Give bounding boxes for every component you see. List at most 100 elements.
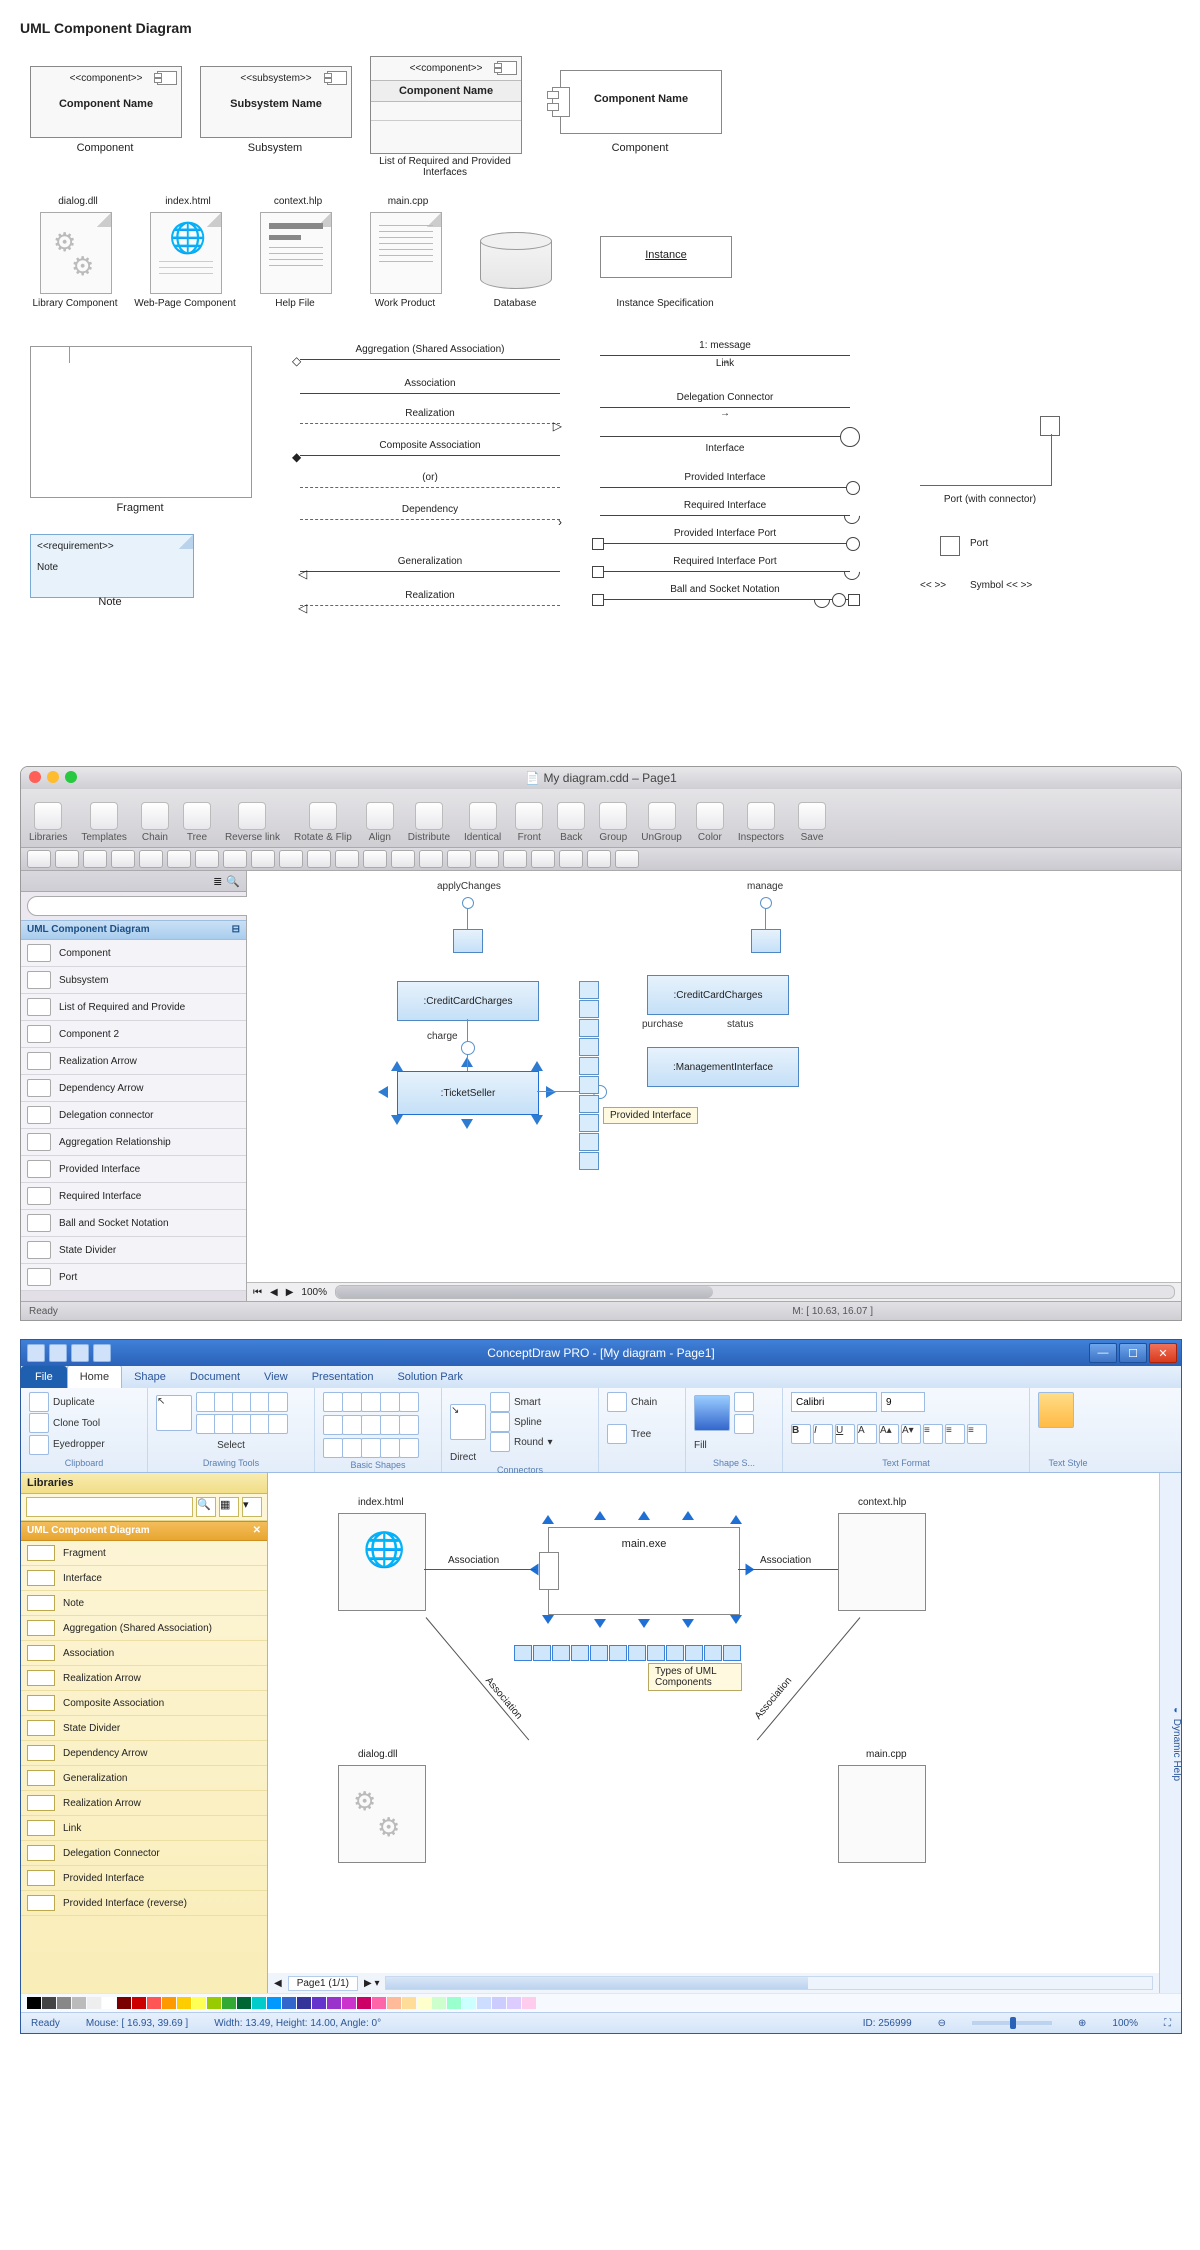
node-ticketseller[interactable]: :TicketSeller: [397, 1071, 539, 1115]
toolbar-inspectors[interactable]: Inspectors: [738, 802, 784, 847]
sidebar-item[interactable]: Dependency Arrow: [21, 1075, 246, 1102]
mac-canvas[interactable]: applyChanges manage :CreditCardCharges :…: [247, 871, 1181, 1301]
dynamic-help-tab[interactable]: ◐ Dynamic Help: [1159, 1473, 1181, 1993]
sidebar-item[interactable]: Subsystem: [21, 967, 246, 994]
nav-prev[interactable]: ◀: [270, 1287, 278, 1298]
sidebar-item[interactable]: Required Interface: [21, 1183, 246, 1210]
grow-font-button[interactable]: A▴: [879, 1424, 899, 1444]
sidebar-item[interactable]: Interface: [21, 1566, 267, 1591]
smart-connector-button[interactable]: Smart: [490, 1392, 553, 1412]
node-index[interactable]: 🌐: [338, 1513, 426, 1611]
toolbar-color[interactable]: Color: [696, 802, 724, 847]
subtool-11[interactable]: [335, 850, 359, 868]
node-ccc2[interactable]: :CreditCardCharges: [647, 975, 789, 1015]
close-button[interactable]: ✕: [1149, 1343, 1177, 1363]
bold-button[interactable]: B: [791, 1424, 811, 1444]
sidebar-section-header[interactable]: UML Component Diagram⊟: [21, 920, 246, 940]
swatch[interactable]: [387, 1997, 401, 2009]
canvas-flyout[interactable]: [514, 1645, 741, 1661]
sidebar-item[interactable]: Fragment: [21, 1541, 267, 1566]
sidebar-item[interactable]: Provided Interface: [21, 1156, 246, 1183]
sidebar-item[interactable]: Realization Arrow: [21, 1791, 267, 1816]
toolbar-libraries[interactable]: Libraries: [29, 802, 67, 847]
qat-redo-icon[interactable]: [71, 1344, 89, 1362]
tab-view[interactable]: View: [252, 1366, 300, 1388]
flyout-item[interactable]: [579, 981, 599, 999]
tab-shape[interactable]: Shape: [122, 1366, 178, 1388]
toolbar-save[interactable]: Save: [798, 802, 826, 847]
direct-connector-button[interactable]: ↘: [450, 1404, 486, 1440]
subtool-8[interactable]: [251, 850, 275, 868]
subtool-12[interactable]: [363, 850, 387, 868]
swatch[interactable]: [147, 1997, 161, 2009]
h-scrollbar[interactable]: [335, 1285, 1175, 1299]
chain-button[interactable]: Chain: [607, 1392, 677, 1412]
align-center-button[interactable]: ≡: [945, 1424, 965, 1444]
sidebar-item[interactable]: Aggregation (Shared Association): [21, 1616, 267, 1641]
toolbar-reverse-link[interactable]: Reverse link: [225, 802, 280, 847]
sidebar-item[interactable]: Delegation connector: [21, 1102, 246, 1129]
swatch[interactable]: [87, 1997, 101, 2009]
search-input[interactable]: [27, 896, 258, 916]
subtool-9[interactable]: [279, 850, 303, 868]
sidebar-item[interactable]: Component 2: [21, 1021, 246, 1048]
sidebar-item[interactable]: Port: [21, 1264, 246, 1291]
subtool-7[interactable]: [223, 850, 247, 868]
toolbar-align[interactable]: Align: [366, 802, 394, 847]
swatch[interactable]: [462, 1997, 476, 2009]
minimize-button[interactable]: —: [1089, 1343, 1117, 1363]
subtool-0[interactable]: [27, 850, 51, 868]
zoom-label[interactable]: 100%: [301, 1287, 327, 1298]
sidebar-controls[interactable]: ≣🔍: [21, 871, 246, 892]
win-canvas[interactable]: index.html 🌐 context.hlp dialog.dll ⚙⚙ m…: [268, 1473, 1181, 1993]
maximize-button[interactable]: ☐: [1119, 1343, 1147, 1363]
subtool-5[interactable]: [167, 850, 191, 868]
close-button[interactable]: [29, 771, 41, 783]
fill-button[interactable]: [694, 1395, 730, 1431]
select-tool-button[interactable]: ↖: [156, 1395, 192, 1431]
sidebar-item[interactable]: Generalization: [21, 1766, 267, 1791]
swatch[interactable]: [222, 1997, 236, 2009]
swatch[interactable]: [342, 1997, 356, 2009]
sidebar-item[interactable]: List of Required and Provide: [21, 994, 246, 1021]
swatch[interactable]: [477, 1997, 491, 2009]
toolbar-ungroup[interactable]: UnGroup: [641, 802, 682, 847]
tab-file[interactable]: File: [21, 1366, 67, 1388]
clone-tool-button[interactable]: Clone Tool: [29, 1413, 139, 1433]
swatch[interactable]: [282, 1997, 296, 2009]
qat-undo-icon[interactable]: [49, 1344, 67, 1362]
libraries-header[interactable]: Libraries: [21, 1473, 267, 1494]
subtool-19[interactable]: [559, 850, 583, 868]
text-style-button[interactable]: [1038, 1392, 1074, 1428]
toolbar-chain[interactable]: Chain: [141, 802, 169, 847]
tab-solution-park[interactable]: Solution Park: [385, 1366, 474, 1388]
align-left-button[interactable]: ≡: [923, 1424, 943, 1444]
sidebar-item[interactable]: State Divider: [21, 1237, 246, 1264]
spline-connector-button[interactable]: Spline: [490, 1412, 553, 1432]
color-swatches[interactable]: [21, 1993, 1181, 2012]
subtool-14[interactable]: [419, 850, 443, 868]
lib-add-button[interactable]: ▦: [219, 1497, 239, 1517]
tab-presentation[interactable]: Presentation: [300, 1366, 386, 1388]
swatch[interactable]: [522, 1997, 536, 2009]
zoom-out-button[interactable]: ⊖: [938, 2018, 946, 2029]
italic-button[interactable]: I: [813, 1424, 833, 1444]
swatch[interactable]: [177, 1997, 191, 2009]
page-tab[interactable]: Page1 (1/1): [288, 1976, 358, 1991]
subtool-17[interactable]: [503, 850, 527, 868]
lib-search-input[interactable]: [26, 1497, 193, 1517]
fit-page-button[interactable]: ⛶: [1164, 2018, 1171, 2029]
subtool-3[interactable]: [111, 850, 135, 868]
toolbar-identical[interactable]: Identical: [464, 802, 501, 847]
traffic-lights[interactable]: [29, 771, 77, 783]
subtool-20[interactable]: [587, 850, 611, 868]
swatch[interactable]: [402, 1997, 416, 2009]
sidebar-item[interactable]: Ball and Socket Notation: [21, 1210, 246, 1237]
subtool-18[interactable]: [531, 850, 555, 868]
toolbar-front[interactable]: Front: [515, 802, 543, 847]
swatch[interactable]: [357, 1997, 371, 2009]
port-apply[interactable]: [453, 929, 483, 953]
toolbar-back[interactable]: Back: [557, 802, 585, 847]
sidebar-item[interactable]: Delegation Connector: [21, 1841, 267, 1866]
sidebar-item[interactable]: Note: [21, 1591, 267, 1616]
